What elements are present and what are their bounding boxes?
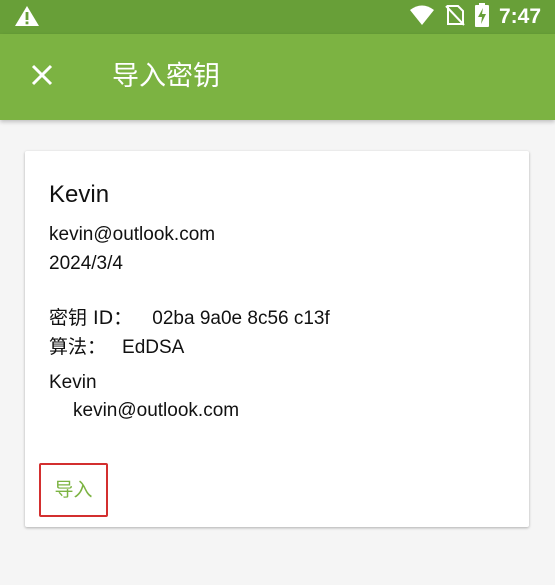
user-id-email: kevin@outlook.com (73, 400, 240, 421)
algorithm-row: 算法： EdDSA (49, 335, 184, 360)
status-bar: 7:47 (0, 0, 555, 34)
status-icons: 7:47 (409, 3, 541, 31)
algorithm-value: EdDSA (122, 337, 185, 358)
key-id-value: 02ba 9a0e 8c56 c13f (152, 308, 330, 329)
battery-charging-icon (474, 3, 489, 31)
user-id-name: Kevin (49, 372, 97, 393)
app-bar: 导入密钥 (0, 34, 555, 120)
close-button[interactable] (18, 53, 66, 101)
import-button-label: 导入 (54, 479, 93, 501)
close-icon (31, 64, 53, 90)
key-id-row: 密钥 ID： 02ba 9a0e 8c56 c13f (49, 306, 330, 331)
page-title: 导入密钥 (112, 61, 220, 92)
import-button[interactable]: 导入 (39, 463, 108, 517)
key-card: Kevin kevin@outlook.com 2024/3/4 密钥 ID： 0… (25, 151, 529, 527)
status-time: 7:47 (498, 5, 541, 28)
wifi-icon (409, 4, 435, 30)
key-date: 2024/3/4 (49, 253, 123, 274)
algorithm-label: 算法： (49, 336, 107, 358)
key-id-label: 密钥 ID： (49, 307, 133, 329)
key-email: kevin@outlook.com (49, 224, 216, 245)
no-sim-icon (445, 4, 465, 30)
warning-icon (14, 5, 40, 27)
key-name: Kevin (49, 181, 110, 208)
